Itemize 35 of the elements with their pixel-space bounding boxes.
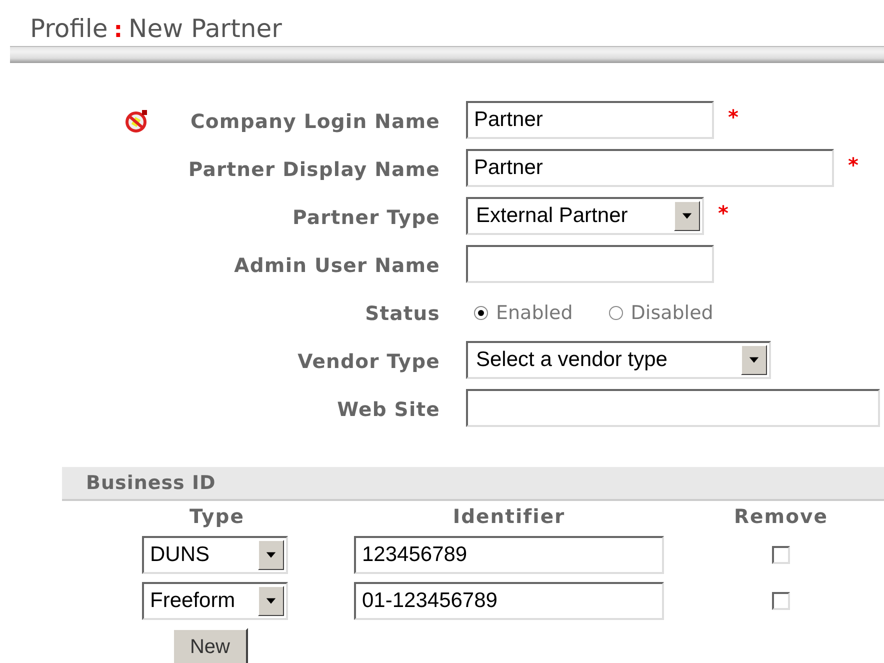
radio-label: Disabled: [630, 302, 714, 324]
column-header: Type: [190, 505, 244, 528]
radio-button[interactable]: [608, 306, 623, 320]
no-entry-icon: [124, 109, 148, 133]
text-field[interactable]: 123456789: [354, 536, 664, 574]
checkbox[interactable]: [772, 592, 790, 610]
field-label: Partner Display Name: [188, 158, 440, 180]
dropdown[interactable]: Select a vendor type: [466, 341, 771, 379]
required-mark: *: [848, 155, 858, 175]
page-title: New Partner: [128, 14, 282, 43]
field-label: Partner Type: [292, 206, 440, 228]
field-label: Web Site: [337, 398, 440, 420]
radio-label: Enabled: [496, 302, 573, 324]
dropdown[interactable]: Freeform: [142, 582, 288, 620]
dropdown[interactable]: DUNS: [142, 536, 288, 574]
radio-button[interactable]: [474, 306, 488, 320]
required-mark: *: [728, 107, 738, 127]
text-field[interactable]: Partner: [466, 101, 714, 139]
field-label: Company Login Name: [190, 110, 440, 132]
breadcrumb-section: Profile: [30, 14, 108, 43]
checkbox[interactable]: [772, 546, 790, 564]
new-button[interactable]: New: [172, 628, 248, 663]
field-label: Status: [365, 302, 440, 324]
column-header: Identifier: [452, 505, 566, 528]
text-field[interactable]: 01-123456789: [354, 582, 664, 620]
text-field[interactable]: Partner: [466, 149, 834, 187]
column-header: Remove: [734, 505, 828, 528]
field-label: Admin User Name: [234, 254, 440, 276]
breadcrumb-separator: :: [114, 18, 123, 43]
required-mark: *: [718, 203, 728, 223]
dropdown[interactable]: External Partner: [466, 197, 704, 235]
text-field[interactable]: [466, 245, 714, 283]
field-label: Vendor Type: [298, 350, 440, 372]
text-field[interactable]: [466, 389, 880, 427]
section-title: Business ID: [86, 472, 216, 494]
